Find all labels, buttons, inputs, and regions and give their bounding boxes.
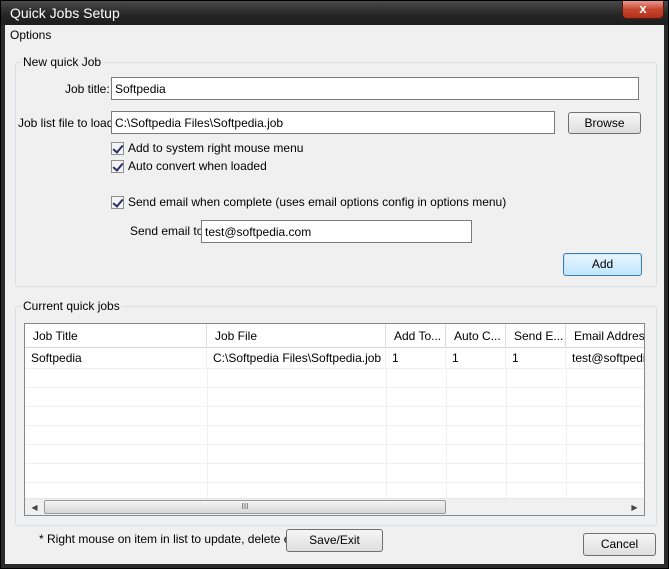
column-header-auto-convert[interactable]: Auto C... bbox=[446, 324, 506, 348]
add-to-menu-label: Add to system right mouse menu bbox=[128, 141, 304, 155]
column-divider bbox=[386, 368, 387, 498]
send-email-checkbox[interactable]: Send email when complete (uses email opt… bbox=[111, 195, 506, 209]
column-divider bbox=[506, 368, 507, 498]
hint-text: * Right mouse on item in list to update,… bbox=[39, 532, 300, 546]
menu-bar: Options bbox=[5, 25, 664, 45]
current-quick-jobs-legend: Current quick jobs bbox=[23, 299, 120, 313]
add-button[interactable]: Add bbox=[563, 253, 642, 276]
column-header-job-title[interactable]: Job Title bbox=[25, 324, 207, 348]
save-exit-button[interactable]: Save/Exit bbox=[286, 529, 383, 552]
checkbox-checked-icon bbox=[111, 141, 124, 155]
send-email-input[interactable]: test@softpedia.com bbox=[201, 220, 472, 243]
close-icon: x bbox=[639, 1, 647, 16]
column-header-job-file[interactable]: Job File bbox=[207, 324, 386, 348]
checkbox-checked-icon bbox=[111, 159, 124, 173]
job-list-label: Job list file to load: bbox=[18, 116, 117, 130]
new-quick-job-legend: New quick Job bbox=[23, 55, 102, 69]
row-gridlines bbox=[25, 368, 644, 498]
cell-send-email: 1 bbox=[506, 349, 566, 368]
job-list-input[interactable]: C:\Softpedia Files\Softpedia.job bbox=[111, 111, 555, 134]
table-row[interactable]: Softpedia C:\Softpedia Files\Softpedia.j… bbox=[25, 349, 645, 368]
cell-auto-convert: 1 bbox=[446, 349, 506, 368]
cell-email-address: test@softpedia.com bbox=[572, 351, 645, 365]
cell-add-to: 1 bbox=[386, 349, 446, 368]
auto-convert-label: Auto convert when loaded bbox=[128, 159, 267, 173]
menu-options[interactable]: Options bbox=[10, 28, 51, 42]
column-header-add-to[interactable]: Add To... bbox=[386, 324, 446, 348]
title-bar[interactable]: Quick Jobs Setup x bbox=[1, 1, 668, 25]
horizontal-scrollbar[interactable]: ◀ III ▶ bbox=[25, 498, 644, 515]
cancel-button[interactable]: Cancel bbox=[583, 533, 656, 556]
send-email-label: Send email to: bbox=[130, 224, 207, 238]
add-to-menu-checkbox[interactable]: Add to system right mouse menu bbox=[111, 141, 303, 155]
scroll-left-icon[interactable]: ◀ bbox=[26, 499, 43, 515]
cell-job-title: Softpedia bbox=[25, 349, 207, 368]
column-divider bbox=[446, 368, 447, 498]
job-title-input[interactable]: Softpedia bbox=[111, 77, 639, 100]
column-divider bbox=[207, 368, 208, 498]
list-header: Job Title Job File Add To... Auto C... S… bbox=[25, 324, 644, 348]
checkbox-checked-icon bbox=[111, 195, 124, 209]
column-header-email-address[interactable]: Email Address bbox=[566, 324, 644, 348]
scroll-thumb[interactable]: III bbox=[44, 500, 446, 514]
scroll-right-icon[interactable]: ▶ bbox=[626, 499, 643, 515]
dialog-client: Options New quick Job Job title: Softped… bbox=[5, 25, 664, 564]
auto-convert-checkbox[interactable]: Auto convert when loaded bbox=[111, 159, 267, 173]
quick-jobs-window: Quick Jobs Setup x Options New quick Job… bbox=[0, 0, 669, 569]
send-email-check-label: Send email when complete (uses email opt… bbox=[128, 195, 507, 209]
column-divider bbox=[566, 368, 567, 498]
close-button[interactable]: x bbox=[622, 1, 664, 19]
job-title-label: Job title: bbox=[65, 82, 110, 96]
cell-job-file: C:\Softpedia Files\Softpedia.job bbox=[207, 349, 386, 368]
browse-button[interactable]: Browse bbox=[568, 112, 641, 134]
column-header-send-email[interactable]: Send E... bbox=[506, 324, 566, 348]
window-title: Quick Jobs Setup bbox=[10, 5, 120, 21]
jobs-list-view[interactable]: Job Title Job File Add To... Auto C... S… bbox=[24, 323, 645, 516]
